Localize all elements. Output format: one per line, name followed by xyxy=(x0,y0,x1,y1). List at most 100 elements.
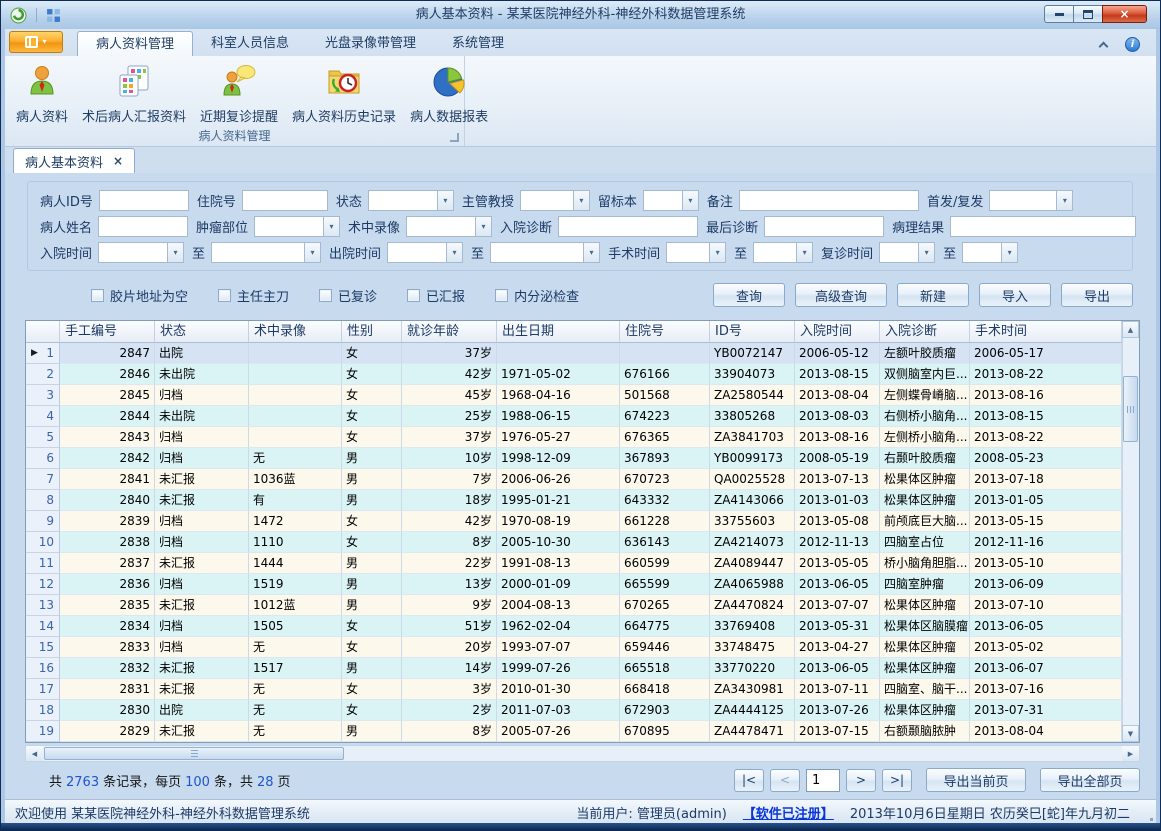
cell-gender[interactable]: 女 xyxy=(342,343,402,364)
cell-admission-number[interactable]: 636143 xyxy=(620,532,710,553)
cell-surgery-date[interactable]: 2013-07-31 xyxy=(970,700,1122,721)
cell-status[interactable]: 出院 xyxy=(155,343,249,364)
export-button[interactable]: 导出 xyxy=(1061,283,1133,307)
cell-admission-diagnosis[interactable]: 桥小脑角胆脂... xyxy=(880,553,970,574)
first-page-button[interactable]: |< xyxy=(734,769,764,792)
cell-admission-diagnosis[interactable]: 四脑室肿瘤 xyxy=(880,574,970,595)
cell-age-at-visit[interactable]: 22岁 xyxy=(402,553,497,574)
cell-manual-number[interactable]: 2833 xyxy=(60,637,155,658)
table-row[interactable]: 52843归档女37岁1976-05-27676365ZA38417032013… xyxy=(26,427,1139,448)
scroll-down-icon[interactable]: ▼ xyxy=(1122,725,1139,742)
filter-input-admission-diagnosis[interactable] xyxy=(558,216,698,237)
cell-status[interactable]: 出院 xyxy=(155,700,249,721)
table-row[interactable]: 162832未汇报1517男14岁1999-07-266655183377022… xyxy=(26,658,1139,679)
table-row[interactable]: 192829未汇报无男8岁2005-07-26670895ZA447847120… xyxy=(26,721,1139,742)
cell-status[interactable]: 归档 xyxy=(155,616,249,637)
cell-id-number[interactable]: 33769408 xyxy=(710,616,795,637)
cell-surgery-date[interactable]: 2008-05-23 xyxy=(970,448,1122,469)
cell-gender[interactable]: 女 xyxy=(342,679,402,700)
cell-gender[interactable]: 女 xyxy=(342,511,402,532)
cell-birth-date[interactable]: 2005-10-30 xyxy=(497,532,620,553)
row-number[interactable]: 15 xyxy=(26,637,60,658)
cell-age-at-visit[interactable]: 37岁 xyxy=(402,427,497,448)
cell-admission-number[interactable]: 676166 xyxy=(620,364,710,385)
cell-birth-date[interactable]: 2006-06-26 xyxy=(497,469,620,490)
cell-manual-number[interactable]: 2845 xyxy=(60,385,155,406)
cell-age-at-visit[interactable]: 42岁 xyxy=(402,511,497,532)
row-number[interactable]: 16 xyxy=(26,658,60,679)
cell-id-number[interactable]: YB0099173 xyxy=(710,448,795,469)
cell-surgery-video[interactable]: 有 xyxy=(249,490,342,511)
cell-admission-number[interactable]: 670895 xyxy=(620,721,710,742)
cell-id-number[interactable]: ZA2580544 xyxy=(710,385,795,406)
cell-admission-number[interactable]: 501568 xyxy=(620,385,710,406)
vertical-scrollbar[interactable]: ▲ ▼ xyxy=(1122,321,1139,742)
patient-data-button[interactable]: 病人资料 xyxy=(9,59,75,129)
row-number[interactable]: 10 xyxy=(26,532,60,553)
patient-history-log-button[interactable]: 病人资料历史记录 xyxy=(285,59,403,129)
cell-age-at-visit[interactable]: 7岁 xyxy=(402,469,497,490)
cell-manual-number[interactable]: 2847 xyxy=(60,343,155,364)
cell-status[interactable]: 未出院 xyxy=(155,406,249,427)
filter-combo-followup-date-to[interactable]: ▾ xyxy=(962,242,1018,263)
cell-age-at-visit[interactable]: 25岁 xyxy=(402,406,497,427)
cell-birth-date[interactable]: 1998-12-09 xyxy=(497,448,620,469)
column-header-status[interactable]: 状态 xyxy=(155,321,249,343)
cell-surgery-video[interactable] xyxy=(249,343,342,364)
table-row[interactable]: 122836归档1519男13岁2000-01-09665599ZA406598… xyxy=(26,574,1139,595)
cell-status[interactable]: 未汇报 xyxy=(155,721,249,742)
cell-surgery-video[interactable]: 1444 xyxy=(249,553,342,574)
cell-surgery-date[interactable]: 2013-08-16 xyxy=(970,385,1122,406)
cell-age-at-visit[interactable]: 10岁 xyxy=(402,448,497,469)
horizontal-scrollbar-thumb[interactable] xyxy=(44,747,344,760)
cell-surgery-video[interactable]: 1036蓝 xyxy=(249,469,342,490)
cell-admission-number[interactable]: 670723 xyxy=(620,469,710,490)
cell-status[interactable]: 未汇报 xyxy=(155,469,249,490)
tab-close-icon[interactable]: × xyxy=(113,155,123,167)
export-all-pages-button[interactable]: 导出全部页 xyxy=(1040,768,1140,792)
cell-admission-date[interactable]: 2013-04-27 xyxy=(795,637,880,658)
cell-admission-date[interactable]: 2013-08-15 xyxy=(795,364,880,385)
cell-id-number[interactable]: 33755603 xyxy=(710,511,795,532)
checkbox-endocrine-exam[interactable]: 内分泌检查 xyxy=(495,286,579,305)
cell-birth-date[interactable]: 1962-02-04 xyxy=(497,616,620,637)
prev-page-button[interactable]: < xyxy=(770,769,800,792)
vertical-scrollbar-thumb[interactable] xyxy=(1123,376,1138,442)
cell-gender[interactable]: 男 xyxy=(342,469,402,490)
title-bar[interactable]: 病人基本资料 - 某某医院神经外科-神经外科数据管理系统 × xyxy=(1,1,1160,29)
checkbox-film-address-empty[interactable]: 胶片地址为空 xyxy=(91,286,188,305)
cell-surgery-date[interactable]: 2013-06-07 xyxy=(970,658,1122,679)
column-header-admission-diagnosis[interactable]: 入院诊断 xyxy=(880,321,970,343)
filter-combo-surgery-video[interactable]: ▾ xyxy=(406,216,492,237)
cell-gender[interactable]: 女 xyxy=(342,616,402,637)
table-row[interactable]: 82840未汇报有男18岁1995-01-21643332ZA414306620… xyxy=(26,490,1139,511)
row-number[interactable]: 14 xyxy=(26,616,60,637)
resize-grip[interactable] xyxy=(1150,818,1153,821)
cell-age-at-visit[interactable]: 37岁 xyxy=(402,343,497,364)
cell-birth-date[interactable]: 1988-06-15 xyxy=(497,406,620,427)
cell-admission-date[interactable]: 2013-06-05 xyxy=(795,574,880,595)
cell-surgery-video[interactable] xyxy=(249,406,342,427)
cell-status[interactable]: 归档 xyxy=(155,574,249,595)
cell-id-number[interactable]: ZA4143066 xyxy=(710,490,795,511)
filter-combo-chief-professor[interactable]: ▾ xyxy=(520,190,590,211)
cell-admission-date[interactable]: 2013-08-04 xyxy=(795,385,880,406)
table-row[interactable]: 112837未汇报1444男22岁1991-08-13660599ZA40894… xyxy=(26,553,1139,574)
filter-combo-surgery-date-from[interactable]: ▾ xyxy=(666,242,726,263)
cell-birth-date[interactable]: 2011-07-03 xyxy=(497,700,620,721)
cell-id-number[interactable]: 33904073 xyxy=(710,364,795,385)
cell-manual-number[interactable]: 2844 xyxy=(60,406,155,427)
tab-system-management[interactable]: 系统管理 xyxy=(434,31,522,56)
postop-report-data-button[interactable]: 术后病人汇报资料 xyxy=(75,59,193,129)
cell-id-number[interactable]: YB0072147 xyxy=(710,343,795,364)
cell-status[interactable]: 未出院 xyxy=(155,364,249,385)
checkbox-director-surgeon[interactable]: 主任主刀 xyxy=(218,286,289,305)
cell-admission-diagnosis[interactable]: 左额叶胶质瘤 xyxy=(880,343,970,364)
table-row[interactable]: 142834归档1505女51岁1962-02-0466477533769408… xyxy=(26,616,1139,637)
filter-combo-specimen-kept[interactable]: ▾ xyxy=(643,190,699,211)
table-row[interactable]: 152833归档无女20岁1993-07-0765944633748475201… xyxy=(26,637,1139,658)
cell-admission-number[interactable]: 643332 xyxy=(620,490,710,511)
minimize-button[interactable] xyxy=(1044,5,1073,23)
cell-birth-date[interactable]: 1970-08-19 xyxy=(497,511,620,532)
cell-manual-number[interactable]: 2837 xyxy=(60,553,155,574)
